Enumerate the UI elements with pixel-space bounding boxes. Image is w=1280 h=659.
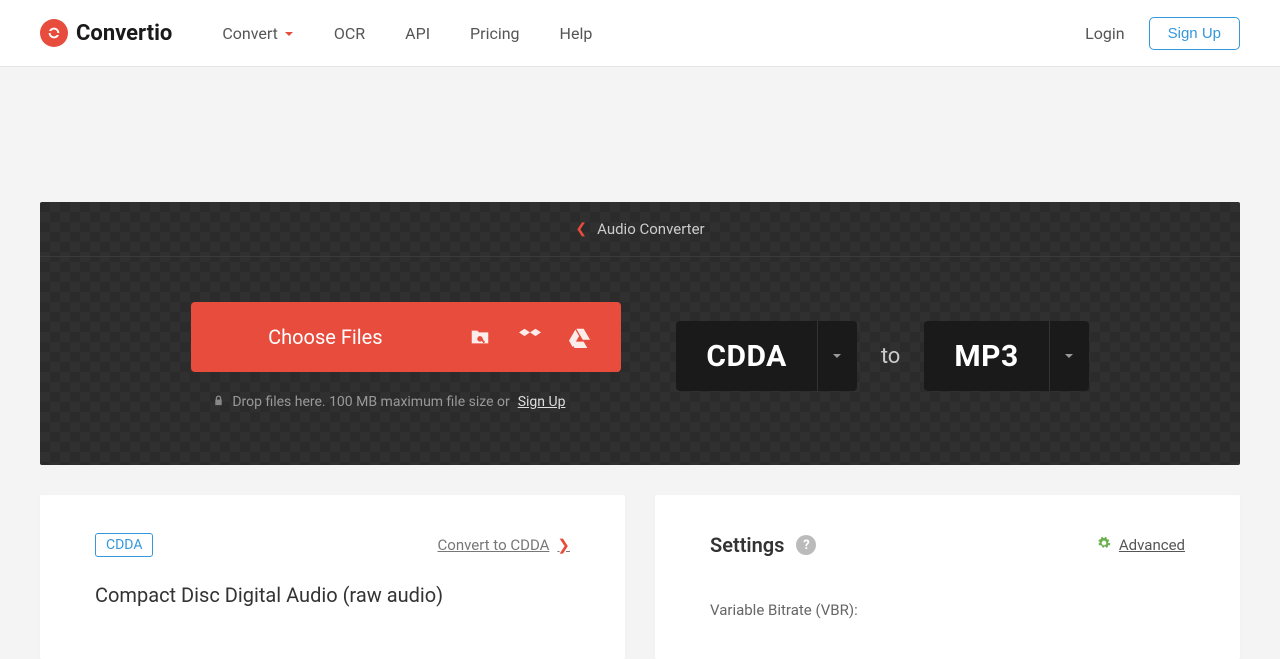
convert-to-label: Convert to CDDA xyxy=(438,536,550,554)
hero-panel: ❮ Audio Converter Choose Files xyxy=(40,202,1240,465)
format-badge: CDDA xyxy=(95,533,153,557)
source-icons xyxy=(459,326,621,348)
drop-signup-link[interactable]: Sign Up xyxy=(518,394,566,410)
advanced-link[interactable]: Advanced xyxy=(1097,536,1185,554)
nav-ocr[interactable]: OCR xyxy=(334,24,365,43)
format-card-header: CDDA Convert to CDDA ❯ xyxy=(95,533,570,557)
header-bar: Convertio Convert OCR API Pricing Help L… xyxy=(0,0,1280,67)
nav-pricing[interactable]: Pricing xyxy=(470,24,520,43)
drop-hint: Drop files here. 100 MB maximum file siz… xyxy=(191,394,565,410)
breadcrumb-label: Audio Converter xyxy=(597,220,704,238)
settings-card: Settings ? Advanced Variable Bitrate (VB… xyxy=(655,495,1240,659)
gear-icon xyxy=(1097,536,1111,554)
choose-files-label: Choose Files xyxy=(191,325,459,349)
source-format-label: CDDA xyxy=(676,339,816,374)
logo[interactable]: Convertio xyxy=(40,19,172,47)
nav-api[interactable]: API xyxy=(405,24,430,43)
dropbox-icon[interactable] xyxy=(519,326,541,348)
choose-block: Choose Files Drop files he xyxy=(191,302,621,410)
help-icon[interactable]: ? xyxy=(796,535,816,555)
main-nav: Convert OCR API Pricing Help xyxy=(222,24,592,43)
to-label: to xyxy=(881,344,901,369)
settings-title: Settings ? xyxy=(710,533,816,557)
chevron-down-icon xyxy=(284,24,294,43)
settings-title-text: Settings xyxy=(710,533,784,557)
chevron-left-icon: ❮ xyxy=(575,221,587,237)
signup-button[interactable]: Sign Up xyxy=(1149,17,1240,50)
logo-text: Convertio xyxy=(76,21,172,46)
chevron-down-icon xyxy=(817,321,857,391)
format-info-card: CDDA Convert to CDDA ❯ Compact Disc Digi… xyxy=(40,495,625,659)
format-group: CDDA to MP3 xyxy=(676,321,1088,391)
lock-icon xyxy=(213,394,224,410)
target-format-select[interactable]: MP3 xyxy=(924,321,1088,391)
nav-convert[interactable]: Convert xyxy=(222,24,294,43)
settings-card-header: Settings ? Advanced xyxy=(710,533,1185,557)
advanced-label: Advanced xyxy=(1119,536,1185,554)
breadcrumb[interactable]: ❮ Audio Converter xyxy=(40,202,1240,257)
header-right: Login Sign Up xyxy=(1085,17,1240,50)
choose-files-button[interactable]: Choose Files xyxy=(191,302,621,372)
nav-help[interactable]: Help xyxy=(560,24,593,43)
convert-to-link[interactable]: Convert to CDDA ❯ xyxy=(438,536,571,554)
logo-icon xyxy=(40,19,68,47)
source-format-select[interactable]: CDDA xyxy=(676,321,856,391)
chevron-right-icon: ❯ xyxy=(557,536,570,554)
google-drive-icon[interactable] xyxy=(569,326,591,348)
converter-row: Choose Files Drop files he xyxy=(40,302,1240,410)
content-row: CDDA Convert to CDDA ❯ Compact Disc Digi… xyxy=(40,495,1240,659)
drop-hint-text: Drop files here. 100 MB maximum file siz… xyxy=(232,394,509,410)
vbr-setting-label: Variable Bitrate (VBR): xyxy=(710,601,1185,619)
login-link[interactable]: Login xyxy=(1085,24,1124,43)
target-format-label: MP3 xyxy=(924,339,1048,374)
chevron-down-icon xyxy=(1049,321,1089,391)
folder-search-icon[interactable] xyxy=(469,326,491,348)
nav-convert-label: Convert xyxy=(222,24,278,43)
format-description: Compact Disc Digital Audio (raw audio) xyxy=(95,583,570,607)
header-left: Convertio Convert OCR API Pricing Help xyxy=(40,19,592,47)
